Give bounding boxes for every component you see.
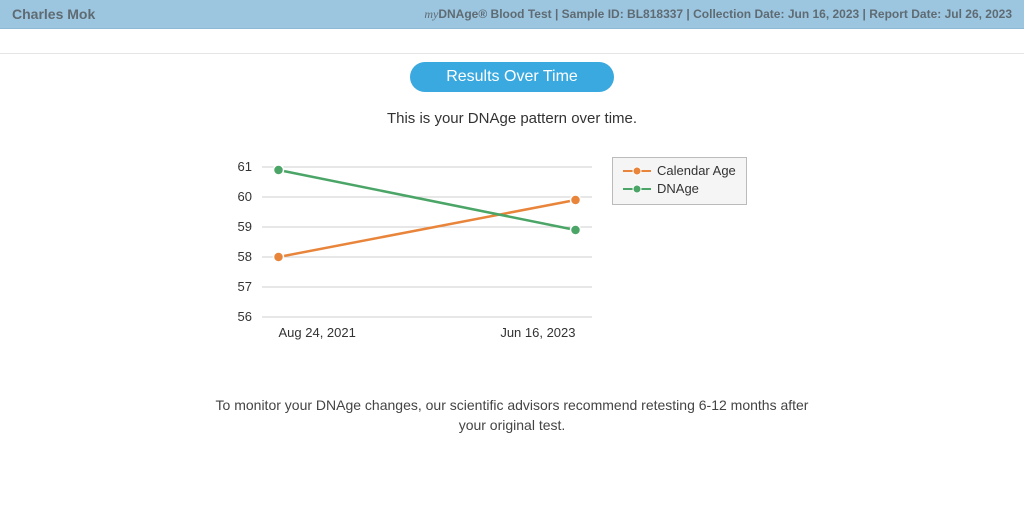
svg-text:58: 58 <box>238 249 252 264</box>
collection-date-value: Jun 16, 2023 <box>788 7 859 21</box>
legend-label-dnage: DNAge <box>657 180 699 198</box>
chart-legend: Calendar Age DNAge <box>612 157 747 205</box>
section-subtitle: This is your DNAge pattern over time. <box>0 110 1024 127</box>
brand-prefix: my <box>424 7 438 21</box>
patient-name: Charles Mok <box>12 6 95 22</box>
legend-label-calendar-age: Calendar Age <box>657 162 736 180</box>
report-meta: myDNAge® Blood Test | Sample ID: BL81833… <box>424 7 1012 22</box>
legend-item-calendar-age: Calendar Age <box>623 162 736 180</box>
svg-text:57: 57 <box>238 279 252 294</box>
report-date-value: Jul 26, 2023 <box>945 7 1012 21</box>
svg-text:Jun 16, 2023: Jun 16, 2023 <box>500 325 575 340</box>
svg-text:56: 56 <box>238 309 252 324</box>
sample-id-value: BL818337 <box>627 7 683 21</box>
retest-recommendation: To monitor your DNAge changes, our scien… <box>202 395 822 436</box>
report-header: Charles Mok myDNAge® Blood Test | Sample… <box>0 0 1024 29</box>
results-chart: 56 57 58 59 60 61 Aug 24, 2021 Jun 16, 2023 Cal… <box>192 157 832 367</box>
svg-text:61: 61 <box>238 159 252 174</box>
svg-text:59: 59 <box>238 219 252 234</box>
legend-swatch-dnage <box>623 184 651 194</box>
legend-item-dnage: DNAge <box>623 180 736 198</box>
legend-swatch-calendar-age <box>623 166 651 176</box>
svg-text:Aug 24, 2021: Aug 24, 2021 <box>279 325 356 340</box>
report-date-label: Report Date <box>869 7 937 21</box>
brand-rest: DNAge® Blood Test <box>438 7 551 21</box>
svg-text:60: 60 <box>238 189 252 204</box>
collection-date-label: Collection Date <box>693 7 780 21</box>
section-title-pill: Results Over Time <box>410 62 614 92</box>
sample-id-label: Sample ID <box>562 7 620 21</box>
